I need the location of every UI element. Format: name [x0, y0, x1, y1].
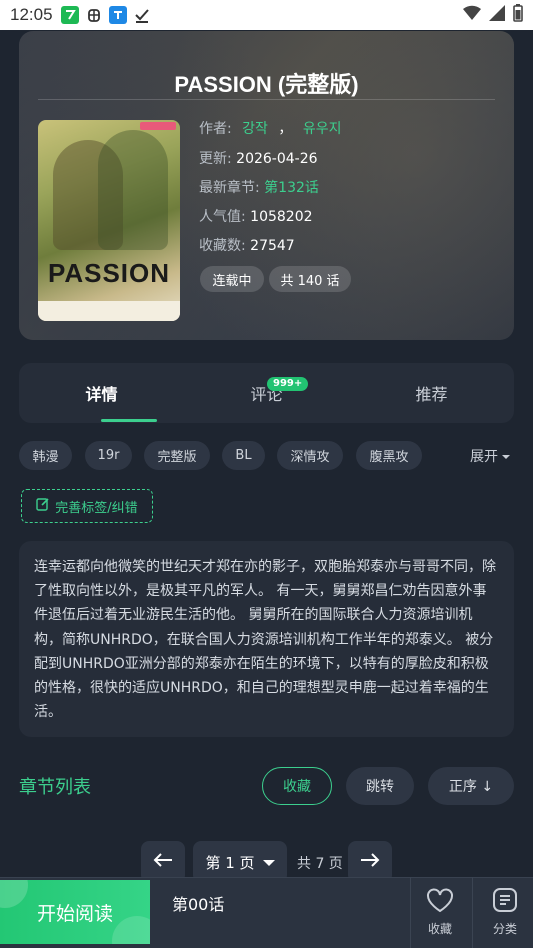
update-label: 更新: — [199, 151, 232, 167]
book-description: 连幸运都向他微笑的世纪天才郑在亦的影子，双胞胎郑泰亦与哥哥不同，除了性取向性以外… — [19, 541, 514, 737]
author-separator: ， — [278, 121, 293, 137]
tag-chip[interactable]: 深情攻 — [277, 441, 343, 470]
expand-label: 展开 — [470, 449, 498, 465]
popularity-value: 1058202 — [250, 209, 313, 225]
latest-label: 最新章节: — [199, 180, 260, 196]
expand-tags-button[interactable]: 展开 — [470, 446, 510, 466]
cover-badge — [140, 122, 176, 130]
update-row: 更新: 2026-04-26 — [199, 148, 318, 168]
divider — [472, 877, 473, 948]
chapter-list-title: 章节列表 — [19, 777, 91, 798]
tag-chip[interactable]: 完整版 — [144, 441, 210, 470]
jump-button[interactable]: 跳转 — [346, 767, 414, 805]
bottom-category-button[interactable]: 分类 — [475, 880, 533, 944]
status-time: 12:05 — [10, 5, 53, 24]
tab-recommend[interactable]: 推荐 — [349, 363, 514, 423]
comment-count-badge: 999+ — [267, 377, 309, 391]
cover-footer — [38, 301, 180, 321]
tab-details[interactable]: 详情 — [19, 363, 184, 423]
author-link[interactable]: 강작 — [242, 121, 268, 137]
favorites-label: 收藏数: — [199, 238, 246, 254]
chapter-count-pill: 共 140 话 — [269, 266, 351, 292]
author-label: 作者: — [199, 121, 232, 137]
wifi-icon — [463, 5, 481, 26]
bottom-favorite-button[interactable]: 收藏 — [410, 880, 470, 944]
bottom-favorite-label: 收藏 — [427, 921, 452, 936]
arrow-left-icon — [153, 853, 173, 871]
heart-icon — [426, 888, 454, 916]
battery-icon — [513, 3, 523, 27]
divider — [38, 99, 495, 100]
latest-chapter-row: 最新章节: 第132话 — [199, 177, 319, 197]
detail-tabs: 详情 评论 999+ 推荐 — [19, 363, 514, 423]
update-date: 2026-04-26 — [236, 151, 318, 167]
popularity-row: 人气值: 1058202 — [199, 206, 313, 226]
tag-chip[interactable]: 19r — [85, 441, 132, 470]
favorite-button[interactable]: 收藏 — [262, 767, 332, 805]
cover-figure — [98, 130, 168, 250]
start-reading-button[interactable]: 开始阅读 — [0, 880, 150, 944]
book-cover[interactable]: PASSION — [38, 120, 180, 321]
bug-icon — [85, 6, 103, 24]
cover-title: PASSION — [47, 258, 171, 288]
author-row: 作者: 강작 ， 유우지 — [199, 118, 341, 138]
edit-icon — [36, 497, 50, 515]
caret-down-icon — [502, 448, 510, 464]
book-header-card: PASSION (完整版) PASSION 作者: 강작 ， 유우지 更新: 2… — [19, 31, 514, 340]
last-read-chapter[interactable]: 第00话 — [172, 891, 224, 915]
edit-tags-label: 完善标签/纠错 — [55, 500, 138, 516]
caret-down-icon — [262, 853, 275, 871]
status-bar: 12:05 — [0, 0, 533, 30]
author-link[interactable]: 유우지 — [303, 121, 342, 137]
start-reading-label: 开始阅读 — [36, 902, 113, 925]
tag-chip[interactable]: BL — [222, 441, 265, 470]
active-tab-indicator — [101, 419, 157, 422]
sort-order-button[interactable]: 正序 ↓ — [428, 767, 514, 805]
total-pages: 共 7 页 — [297, 856, 343, 872]
book-title: PASSION (完整版) — [174, 72, 359, 97]
latest-chapter-link[interactable]: 第132话 — [264, 180, 319, 196]
tab-comments[interactable]: 评论 — [184, 363, 349, 423]
app-notification-icon — [60, 6, 79, 24]
category-list-icon — [492, 887, 518, 916]
signal-icon — [489, 4, 505, 26]
app-notification-icon-2 — [108, 6, 127, 24]
favorites-row: 收藏数: 27547 — [199, 235, 295, 255]
bottom-category-label: 分类 — [492, 922, 517, 936]
status-pill: 连载中 — [200, 266, 264, 292]
tag-chip[interactable]: 韩漫 — [19, 441, 72, 470]
tag-chip[interactable]: 腹黑攻 — [356, 441, 422, 470]
popularity-label: 人气值: — [199, 209, 246, 225]
download-done-icon — [133, 6, 151, 24]
edit-tags-button[interactable]: 完善标签/纠错 — [21, 489, 153, 523]
favorites-value: 27547 — [250, 238, 295, 254]
current-page: 第 1 页 — [205, 853, 255, 872]
arrow-right-icon — [360, 853, 380, 871]
